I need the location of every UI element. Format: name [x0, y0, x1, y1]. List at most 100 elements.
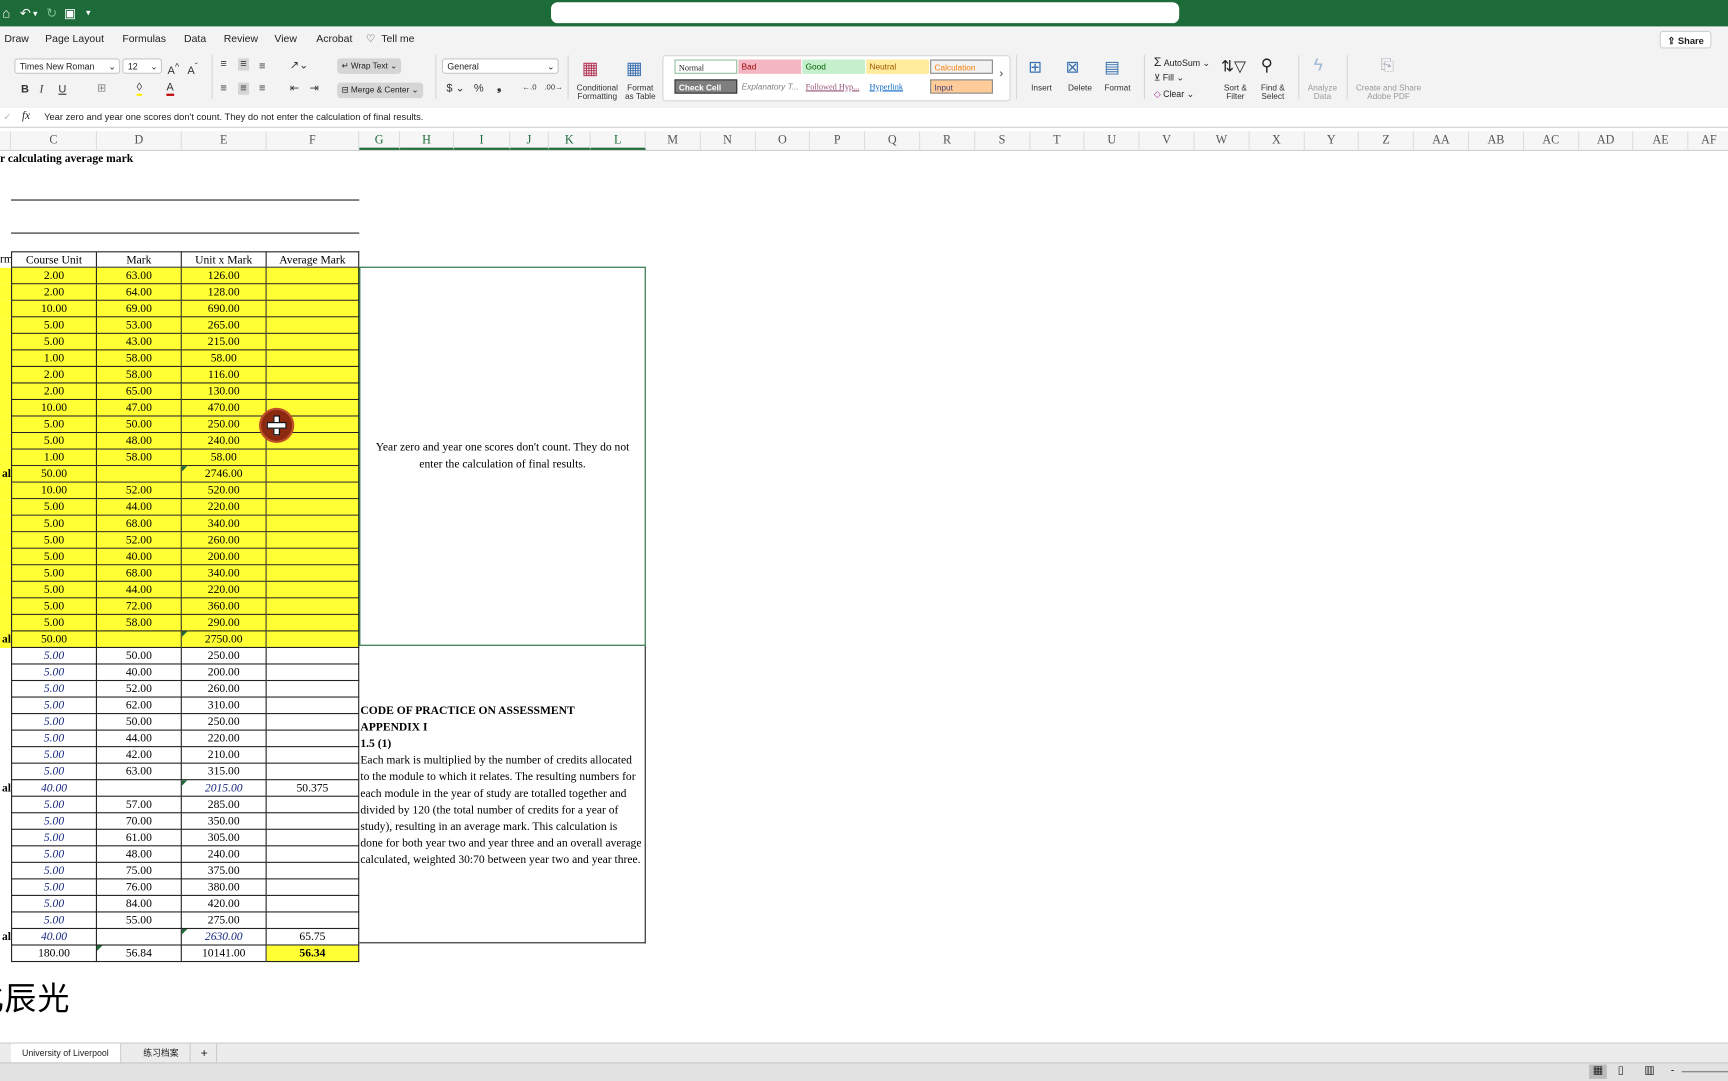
- average-mark-cell[interactable]: [266, 284, 360, 301]
- row-label-cell[interactable]: [0, 383, 12, 401]
- course-unit-cell[interactable]: 5.00: [11, 879, 97, 896]
- unit-x-mark-cell[interactable]: 2630.00: [181, 929, 267, 946]
- mark-cell[interactable]: 44.00: [96, 499, 182, 516]
- average-mark-cell[interactable]: [266, 366, 360, 384]
- comma-button[interactable]: ❟: [497, 82, 501, 94]
- sort-filter-button[interactable]: Sort & Filter: [1217, 83, 1254, 102]
- cell-style-explanatory-t[interactable]: Explanatory T...: [738, 79, 802, 94]
- unit-x-mark-cell[interactable]: 690.00: [181, 300, 267, 318]
- align-left-icon[interactable]: ≡: [220, 83, 226, 95]
- decrease-indent-icon[interactable]: ⇤: [290, 83, 299, 95]
- cell-style-bad[interactable]: Bad: [738, 59, 802, 74]
- column-header-c[interactable]: C: [11, 131, 97, 150]
- row-label-cell[interactable]: [0, 548, 12, 566]
- column-header-n[interactable]: N: [701, 131, 756, 150]
- mark-cell[interactable]: 56.84: [96, 945, 182, 963]
- fill-color-icon[interactable]: ◊: [136, 82, 143, 96]
- mark-cell[interactable]: 63.00: [96, 763, 182, 781]
- course-unit-cell[interactable]: 50.00: [11, 631, 97, 648]
- mark-cell[interactable]: 84.00: [96, 895, 182, 913]
- align-center-icon[interactable]: ≡: [238, 82, 249, 95]
- search-box[interactable]: [551, 2, 1180, 24]
- course-unit-cell[interactable]: 5.00: [11, 813, 97, 830]
- average-mark-cell[interactable]: [266, 383, 360, 401]
- course-unit-cell[interactable]: 5.00: [11, 730, 97, 748]
- cell-style-check-cell[interactable]: Check Cell: [674, 79, 738, 94]
- find-select-button[interactable]: Find & Select: [1254, 83, 1291, 102]
- undo-dropdown-icon[interactable]: ▾: [33, 9, 37, 19]
- unit-x-mark-cell[interactable]: 470.00: [181, 400, 267, 417]
- average-mark-cell[interactable]: [266, 350, 360, 367]
- course-unit-cell[interactable]: 5.00: [11, 647, 97, 665]
- course-unit-cell[interactable]: 2.00: [11, 284, 97, 301]
- course-unit-cell[interactable]: 5.00: [11, 581, 97, 599]
- row-label-cell[interactable]: [0, 333, 12, 351]
- unit-x-mark-cell[interactable]: 2746.00: [181, 466, 267, 483]
- mark-cell[interactable]: 52.00: [96, 532, 182, 549]
- mark-cell[interactable]: 52.00: [96, 482, 182, 500]
- save-icon[interactable]: ▣: [64, 6, 77, 21]
- average-mark-cell[interactable]: [266, 317, 360, 334]
- mark-cell[interactable]: 58.00: [96, 366, 182, 384]
- average-mark-cell[interactable]: [266, 581, 360, 599]
- course-unit-cell[interactable]: 5.00: [11, 548, 97, 566]
- row-label-cell[interactable]: [0, 366, 12, 384]
- average-mark-cell[interactable]: [266, 714, 360, 731]
- average-mark-cell[interactable]: [266, 614, 360, 632]
- row-label-cell[interactable]: [0, 614, 12, 632]
- unit-x-mark-cell[interactable]: 215.00: [181, 333, 267, 351]
- course-unit-cell[interactable]: 5.00: [11, 499, 97, 516]
- average-mark-cell[interactable]: [266, 598, 360, 615]
- mark-cell[interactable]: 65.00: [96, 383, 182, 401]
- unit-x-mark-cell[interactable]: 310.00: [181, 697, 267, 715]
- unit-x-mark-cell[interactable]: 240.00: [181, 846, 267, 863]
- mark-cell[interactable]: 50.00: [96, 416, 182, 434]
- mark-cell[interactable]: 69.00: [96, 300, 182, 318]
- mark-cell[interactable]: 40.00: [96, 664, 182, 682]
- average-mark-cell[interactable]: 56.34: [266, 945, 360, 963]
- mark-cell[interactable]: 48.00: [96, 433, 182, 450]
- average-mark-cell[interactable]: [266, 267, 360, 285]
- tab-view[interactable]: View: [274, 33, 297, 45]
- unit-x-mark-cell[interactable]: 265.00: [181, 317, 267, 334]
- tell-me[interactable]: Tell me: [381, 33, 414, 45]
- course-unit-cell[interactable]: 10.00: [11, 300, 97, 318]
- unit-x-mark-cell[interactable]: 275.00: [181, 912, 267, 930]
- font-color-icon[interactable]: A: [166, 82, 174, 96]
- column-header-aa[interactable]: AA: [1414, 131, 1470, 150]
- check-icon[interactable]: ✓: [3, 111, 11, 123]
- font-size-select[interactable]: 12 ⌄: [122, 58, 162, 74]
- borders-icon[interactable]: ⊞: [97, 83, 106, 95]
- average-mark-cell[interactable]: 65.75: [266, 929, 360, 946]
- format-button[interactable]: Format: [1100, 83, 1135, 93]
- cell-style-calculation[interactable]: Calculation: [930, 59, 993, 74]
- increase-decimal-icon[interactable]: ←.0: [522, 84, 536, 92]
- mark-cell[interactable]: 52.00: [96, 681, 182, 698]
- unit-x-mark-cell[interactable]: 420.00: [181, 895, 267, 913]
- average-mark-cell[interactable]: [266, 813, 360, 830]
- align-right-icon[interactable]: ≡: [259, 83, 265, 95]
- normal-view-icon[interactable]: ▦: [1589, 1064, 1607, 1079]
- unit-x-mark-cell[interactable]: 220.00: [181, 730, 267, 748]
- column-header-ac[interactable]: AC: [1524, 131, 1579, 150]
- align-bottom-icon[interactable]: ≡: [259, 61, 265, 73]
- course-unit-cell[interactable]: 5.00: [11, 664, 97, 682]
- redo-icon[interactable]: ↻: [46, 6, 57, 21]
- column-header-m[interactable]: M: [646, 131, 701, 150]
- column-header-af[interactable]: AF: [1689, 131, 1728, 150]
- row-label-cell[interactable]: [0, 350, 12, 367]
- column-header-g[interactable]: G: [359, 131, 401, 150]
- course-unit-cell[interactable]: 5.00: [11, 714, 97, 731]
- average-mark-cell[interactable]: [266, 664, 360, 682]
- course-unit-cell[interactable]: 5.00: [11, 416, 97, 434]
- decrease-font-icon[interactable]: Aˇ: [187, 61, 197, 78]
- mark-cell[interactable]: 43.00: [96, 333, 182, 351]
- autosum-button[interactable]: Σ AutoSum ⌄: [1154, 56, 1210, 69]
- column-header-u[interactable]: U: [1085, 131, 1140, 150]
- average-mark-cell[interactable]: [266, 515, 360, 533]
- column-header-d[interactable]: D: [97, 131, 182, 150]
- row-label-cell[interactable]: [0, 565, 12, 582]
- tab-data[interactable]: Data: [184, 33, 206, 45]
- merge-center-button[interactable]: ⊟ Merge & Center ⌄: [337, 82, 423, 99]
- column-header-r[interactable]: R: [920, 131, 976, 150]
